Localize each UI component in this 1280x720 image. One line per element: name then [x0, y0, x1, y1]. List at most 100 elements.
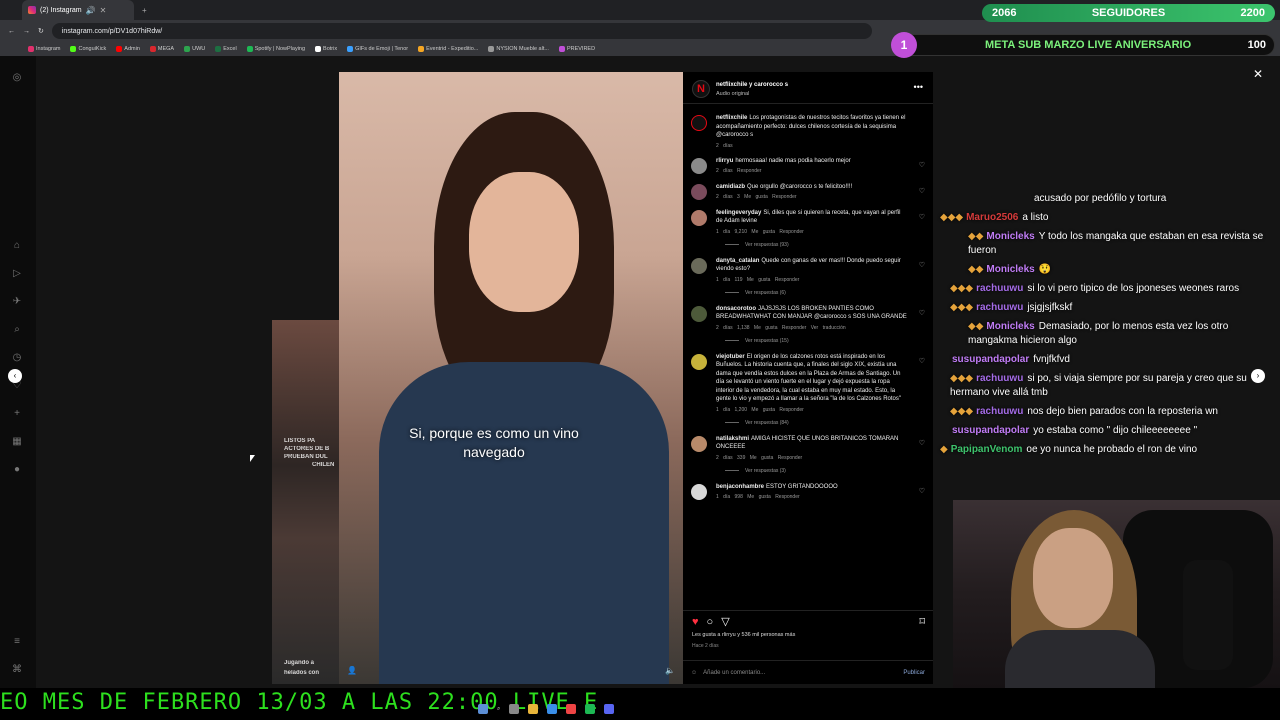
comments-list[interactable]: netflixchile Los protagonistas de nuestro…: [683, 110, 933, 610]
reload-icon[interactable]: ↻: [38, 27, 44, 35]
avatar[interactable]: [691, 209, 707, 226]
comment-user[interactable]: donsacorotoo: [716, 306, 756, 312]
like-post-icon[interactable]: ♥: [692, 616, 699, 628]
instagram-logo-icon[interactable]: ◎: [10, 72, 24, 86]
comment-user[interactable]: camidiazb: [716, 184, 745, 190]
bookmark-item[interactable]: Excel: [215, 46, 237, 52]
likes-count[interactable]: Les gusta a rlirryu y 536 mil personas m…: [692, 632, 795, 638]
bookmark-item[interactable]: Admin: [116, 46, 140, 52]
home-icon[interactable]: ⌂: [10, 240, 24, 254]
back-icon[interactable]: ←: [8, 28, 15, 35]
comment-user[interactable]: natilakshmi: [716, 436, 749, 442]
previous-post-icon[interactable]: ‹: [8, 369, 22, 383]
like-comment-icon[interactable]: ♡: [919, 309, 925, 317]
chat-badges-icon: ◆◆: [968, 231, 984, 242]
comment-user[interactable]: rlirryu: [716, 158, 733, 164]
bookmark-item[interactable]: Instagram: [28, 46, 60, 52]
tagged-user-icon[interactable]: 👤: [347, 666, 357, 675]
view-replies-button[interactable]: Ver respuestas (6): [683, 287, 933, 301]
task-view-icon[interactable]: [509, 704, 520, 714]
post-date: Hace 2 días: [692, 643, 719, 649]
chrome-icon[interactable]: [566, 704, 577, 714]
chat-badges-icon: ◆◆◆: [940, 212, 964, 223]
share-icon[interactable]: ▽: [721, 615, 729, 628]
reel-video[interactable]: Si, porque es como un vino navegado 👤 🔈: [339, 72, 683, 684]
avatar[interactable]: [691, 115, 707, 131]
add-comment-bar: ☺ Añade un comentario... Publicar: [683, 660, 933, 684]
chat-message: ◆◆◆ Maruo2506 a listo: [940, 212, 1049, 223]
edge-icon[interactable]: [547, 704, 558, 714]
comment-user[interactable]: feelingeveryday: [716, 210, 761, 216]
comment-user[interactable]: danyta_catalan: [716, 258, 759, 264]
comment-icon[interactable]: ○: [707, 616, 714, 628]
bookmark-item[interactable]: Botrix: [315, 46, 337, 52]
profile-icon[interactable]: ●: [10, 464, 24, 478]
like-comment-icon[interactable]: ♡: [919, 261, 925, 269]
more-icon[interactable]: ⌘: [10, 664, 24, 678]
bookmark-item[interactable]: Eventrid - Expeditio...: [418, 46, 478, 52]
bookmark-item[interactable]: UWU: [184, 46, 205, 52]
like-comment-icon[interactable]: ♡: [919, 213, 925, 221]
avatar[interactable]: [691, 435, 707, 452]
comment-input[interactable]: Añade un comentario...: [703, 670, 765, 676]
like-comment-icon[interactable]: ♡: [919, 187, 925, 195]
forward-icon[interactable]: →: [23, 28, 30, 35]
like-comment-icon[interactable]: ♡: [919, 439, 925, 447]
avatar[interactable]: [691, 483, 707, 500]
spotify-icon[interactable]: [585, 704, 596, 714]
comment-user[interactable]: benjaconhambre: [716, 484, 764, 490]
view-replies-button[interactable]: Ver respuestas (93): [683, 239, 933, 253]
windows-icon[interactable]: [478, 704, 488, 714]
like-comment-icon[interactable]: ♡: [919, 161, 925, 169]
address-bar[interactable]: instagram.com/p/DV1d07hiRdw/: [51, 23, 872, 39]
close-tab-icon[interactable]: ✕: [100, 6, 107, 15]
comment-user[interactable]: netflixchile: [716, 115, 747, 121]
bookmark-item[interactable]: NYSION Mueble alt...: [488, 46, 549, 52]
save-post-icon[interactable]: ⌑: [919, 615, 925, 628]
post-author[interactable]: netflixchile y carorocco s: [716, 82, 788, 88]
background-thumbnails: LISTOS PA ACTORES DE B PRUEBAN DUL CHILE…: [272, 320, 340, 684]
spotify-icon: [246, 46, 253, 52]
reels-icon[interactable]: ▷: [10, 268, 24, 282]
search-icon[interactable]: ⌕: [10, 324, 24, 338]
search-icon[interactable]: ⌕: [497, 706, 500, 713]
discord-icon[interactable]: [604, 704, 615, 714]
chat-badges-icon: ◆◆◆: [950, 283, 974, 294]
view-replies-button[interactable]: Ver respuestas (3): [683, 465, 933, 479]
avatar[interactable]: [691, 305, 707, 322]
create-icon[interactable]: +: [10, 408, 24, 422]
avatar[interactable]: [691, 183, 707, 200]
avatar[interactable]: [691, 157, 707, 174]
more-options-icon[interactable]: •••: [914, 82, 923, 92]
bookmark-item[interactable]: PREVIRED: [558, 46, 595, 52]
comment-user[interactable]: viejotuber: [716, 354, 745, 360]
bookmark-item[interactable]: GIFs de Emoji | Tenor: [347, 46, 408, 52]
explore-icon[interactable]: ◷: [10, 352, 24, 366]
url-text: instagram.com/p/DV1d07hiRdw/: [61, 27, 163, 35]
messages-icon[interactable]: ✈: [10, 296, 24, 310]
tab-instagram[interactable]: (2) Instagram 🔊 ✕: [22, 0, 134, 20]
close-icon[interactable]: ✕: [1253, 67, 1263, 81]
chat-message: acusado por pedófilo y tortura: [1034, 193, 1167, 204]
view-replies-button[interactable]: Ver respuestas (15): [683, 335, 933, 349]
speaker-icon[interactable]: 🔊: [86, 6, 96, 15]
avatar[interactable]: [691, 353, 707, 370]
chat-badges-icon: ◆◆◆: [950, 373, 974, 384]
file-explorer-icon[interactable]: [528, 704, 539, 714]
dashboard-icon[interactable]: ▦: [10, 436, 24, 450]
author-avatar[interactable]: N: [692, 80, 710, 98]
like-comment-icon[interactable]: ♡: [919, 487, 925, 495]
menu-icon[interactable]: ≡: [10, 636, 24, 650]
bookmark-item[interactable]: ConguiKick: [70, 46, 106, 52]
bookmark-item[interactable]: Spotify | NowPlaying: [246, 46, 305, 52]
bookmark-item[interactable]: MEGA: [149, 46, 174, 52]
emoji-icon[interactable]: ☺: [691, 670, 697, 676]
publish-button[interactable]: Publicar: [903, 670, 925, 676]
like-comment-icon[interactable]: ♡: [919, 357, 925, 365]
new-tab-icon[interactable]: +: [142, 6, 147, 15]
mute-icon[interactable]: 🔈: [665, 666, 675, 675]
view-replies-button[interactable]: Ver respuestas (84): [683, 417, 933, 431]
avatar[interactable]: [691, 257, 707, 274]
audio-label[interactable]: Audio original: [716, 91, 749, 97]
streamer-webcam: [953, 500, 1280, 688]
